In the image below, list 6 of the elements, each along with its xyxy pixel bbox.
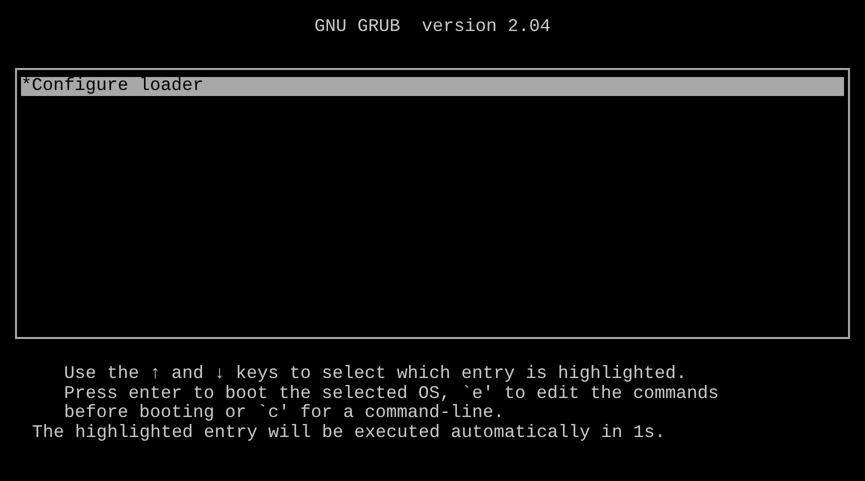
- help-text: Press enter to boot the selected OS, `e' to edit the commands: [64, 384, 719, 404]
- menu-entry[interactable]: *Configure loader: [21, 77, 844, 96]
- window-title: GNU GRUB version 2.04: [314, 18, 551, 38]
- help-text: Use the ↑ and ↓ keys to select which entry is highlighted.: [64, 365, 687, 384]
- help-text: before booting or `c' for a command-line.: [64, 404, 504, 424]
- help-text: The highlighted entry will be executed automatically in 1s.: [32, 424, 666, 443]
